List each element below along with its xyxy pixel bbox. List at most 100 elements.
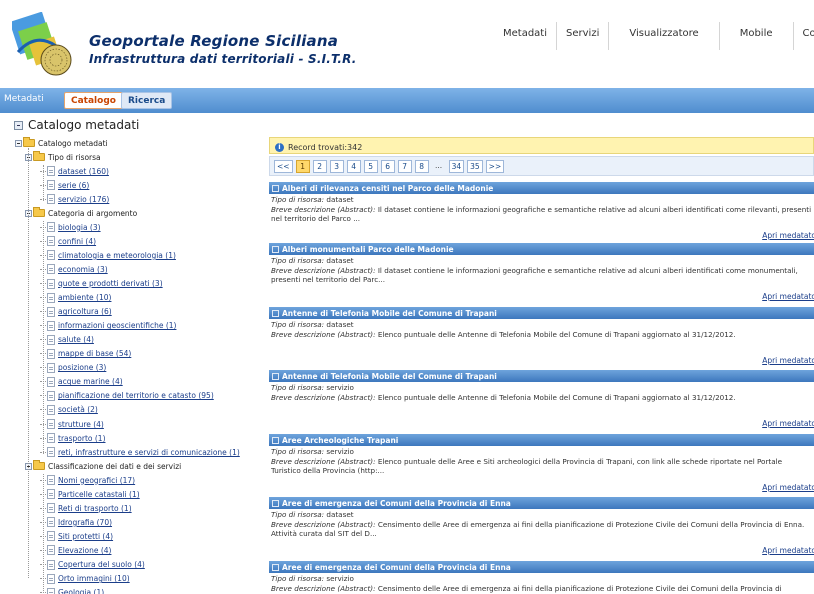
open-metadata-link[interactable]: Apri medatato (762, 419, 814, 428)
tree-leaf-item[interactable]: pianificazione del territorio e catasto … (40, 390, 214, 402)
tree-leaf-item[interactable]: Reti di trasporto (1) (40, 502, 132, 514)
pager-page-button[interactable]: 7 (397, 159, 412, 173)
tree-leaf-link[interactable]: serie (6) (58, 181, 89, 190)
tree-leaf-link[interactable]: Siti protetti (4) (58, 532, 113, 541)
tree-leaf-item[interactable]: informazioni geoscientifiche (1) (40, 320, 176, 332)
nav-contatti[interactable]: Contat (792, 22, 814, 50)
tree-leaf-link[interactable]: quote e prodotti derivati (3) (58, 279, 163, 288)
tree-leaf-link[interactable]: Copertura del suolo (4) (58, 560, 145, 569)
tree-leaf-item[interactable]: economia (3) (40, 263, 108, 275)
record-title[interactable]: Aree di emergenza dei Comuni della Provi… (282, 563, 511, 572)
tree-leaf-link[interactable]: Idrografia (70) (58, 518, 112, 527)
tree-leaf-link[interactable]: biologia (3) (58, 223, 101, 232)
record-title[interactable]: Antenne di Telefonia Mobile del Comune d… (282, 309, 497, 318)
nav-servizi[interactable]: Servizi (556, 22, 608, 50)
tree-leaf-item[interactable]: società (2) (40, 404, 98, 416)
geoportale-logo-icon[interactable] (12, 12, 74, 78)
tree-leaf-item[interactable]: quote e prodotti derivati (3) (40, 278, 163, 290)
tree-leaf-link[interactable]: salute (4) (58, 335, 94, 344)
tree-leaf-item[interactable]: salute (4) (40, 334, 94, 346)
tree-leaf-link[interactable]: confini (4) (58, 237, 96, 246)
tree-leaf-link[interactable]: mappe di base (54) (58, 349, 131, 358)
record-title[interactable]: Aree di emergenza dei Comuni della Provi… (282, 499, 511, 508)
tree-leaf-link[interactable]: dataset (160) (58, 167, 109, 176)
tree-leaf-item[interactable]: agricoltura (6) (40, 306, 112, 318)
tree-leaf-item[interactable]: Geologia (1) (40, 587, 104, 594)
tab-catalogo[interactable]: Catalogo (64, 92, 123, 109)
tree-leaf-item[interactable]: climatologia e meteorologia (1) (40, 249, 176, 261)
nav-mobile[interactable]: Mobile (718, 22, 793, 50)
tree-leaf-item[interactable]: acque marine (4) (40, 376, 123, 388)
tree-leaf-item[interactable]: Orto immagini (10) (40, 573, 130, 585)
tree-leaf-link[interactable]: climatologia e meteorologia (1) (58, 251, 176, 260)
tree-leaf-link[interactable]: Reti di trasporto (1) (58, 504, 132, 513)
tree-group[interactable]: Classificazione dei dati e dei servizi (25, 460, 181, 472)
pager-page-button[interactable]: 8 (414, 159, 429, 173)
tree-leaf-item[interactable]: biologia (3) (40, 221, 101, 233)
record-title[interactable]: Antenne di Telefonia Mobile del Comune d… (282, 372, 497, 381)
open-metadata-link[interactable]: Apri medatato (762, 292, 814, 301)
tree-leaf-item[interactable]: servizio (176) (40, 193, 109, 205)
tree-leaf-link[interactable]: informazioni geoscientifiche (1) (58, 321, 176, 330)
tree-leaf-link[interactable]: Particelle catastali (1) (58, 490, 140, 499)
pager-last-button[interactable]: >> (485, 159, 505, 173)
tree-leaf-item[interactable]: Siti protetti (4) (40, 530, 113, 542)
nav-visualizzatore[interactable]: Visualizzatore (608, 22, 718, 50)
record-header[interactable]: Aree di emergenza dei Comuni della Provi… (269, 561, 814, 573)
pager-page-button[interactable]: 4 (346, 159, 361, 173)
record-header[interactable]: Alberi di rilevanza censiti nel Parco de… (269, 182, 814, 194)
tree-leaf-item[interactable]: Particelle catastali (1) (40, 488, 140, 500)
tree-leaf-item[interactable]: Idrografia (70) (40, 516, 112, 528)
pager-page-button[interactable]: 1 (295, 159, 310, 173)
nav-metadati[interactable]: Metadati (494, 22, 556, 50)
tree-leaf-link[interactable]: ambiente (10) (58, 293, 111, 302)
record-header[interactable]: Antenne di Telefonia Mobile del Comune d… (269, 307, 814, 319)
tree-leaf-item[interactable]: trasporto (1) (40, 432, 106, 444)
tree-leaf-link[interactable]: reti, infrastrutture e servizi di comuni… (58, 448, 240, 457)
tree-leaf-item[interactable]: Elevazione (4) (40, 544, 111, 556)
tree-leaf-item[interactable]: posizione (3) (40, 362, 106, 374)
tree-leaf-link[interactable]: posizione (3) (58, 363, 106, 372)
open-metadata-link[interactable]: Apri medatato (762, 483, 814, 492)
tree-leaf-link[interactable]: servizio (176) (58, 195, 109, 204)
pager-page-button[interactable]: 5 (363, 159, 378, 173)
collapse-icon[interactable] (14, 120, 23, 130)
tree-leaf-item[interactable]: Nomi geografici (17) (40, 474, 135, 486)
pager-page-button[interactable]: 2 (312, 159, 327, 173)
open-metadata-link[interactable]: Apri medatato (762, 231, 814, 240)
collapse-toggle-icon[interactable] (15, 139, 22, 147)
pager-page-button[interactable]: 34 (448, 159, 465, 173)
tree-leaf-link[interactable]: economia (3) (58, 265, 108, 274)
tree-leaf-link[interactable]: Elevazione (4) (58, 546, 111, 555)
tree-leaf-item[interactable]: ambiente (10) (40, 292, 111, 304)
tree-leaf-link[interactable]: Orto immagini (10) (58, 574, 130, 583)
tree-leaf-link[interactable]: società (2) (58, 405, 98, 414)
tree-leaf-item[interactable]: Copertura del suolo (4) (40, 559, 145, 571)
pager-page-button[interactable]: 35 (467, 159, 483, 173)
tab-ricerca[interactable]: Ricerca (121, 92, 173, 109)
record-header[interactable]: Alberi monumentali Parco delle Madonie (269, 243, 814, 255)
pager-page-button[interactable]: 6 (380, 159, 395, 173)
pager-page-button[interactable]: 3 (329, 159, 344, 173)
record-title[interactable]: Aree Archeologiche Trapani (282, 436, 398, 445)
tree-leaf-item[interactable]: mappe di base (54) (40, 348, 131, 360)
tree-leaf-link[interactable]: strutture (4) (58, 420, 104, 429)
tree-leaf-link[interactable]: trasporto (1) (58, 434, 106, 443)
tree-leaf-link[interactable]: Nomi geografici (17) (58, 476, 135, 485)
tree-leaf-link[interactable]: pianificazione del territorio e catasto … (58, 391, 214, 400)
tree-leaf-item[interactable]: serie (6) (40, 179, 89, 191)
record-header[interactable]: Aree Archeologiche Trapani (269, 434, 814, 446)
tree-leaf-link[interactable]: acque marine (4) (58, 377, 123, 386)
tree-group[interactable]: Tipo di risorsa (25, 151, 101, 163)
tree-leaf-item[interactable]: dataset (160) (40, 165, 109, 177)
tree-leaf-item[interactable]: confini (4) (40, 235, 96, 247)
tree-group[interactable]: Categoria di argomento (25, 207, 137, 219)
pager-first-button[interactable]: << (274, 159, 293, 173)
open-metadata-link[interactable]: Apri medatato (762, 546, 814, 555)
tree-leaf-link[interactable]: agricoltura (6) (58, 307, 112, 316)
open-metadata-link[interactable]: Apri medatato (762, 356, 814, 365)
tree-leaf-link[interactable]: Geologia (1) (58, 588, 104, 594)
tree-leaf-item[interactable]: strutture (4) (40, 418, 104, 430)
record-header[interactable]: Antenne di Telefonia Mobile del Comune d… (269, 370, 814, 382)
record-title[interactable]: Alberi monumentali Parco delle Madonie (282, 245, 454, 254)
